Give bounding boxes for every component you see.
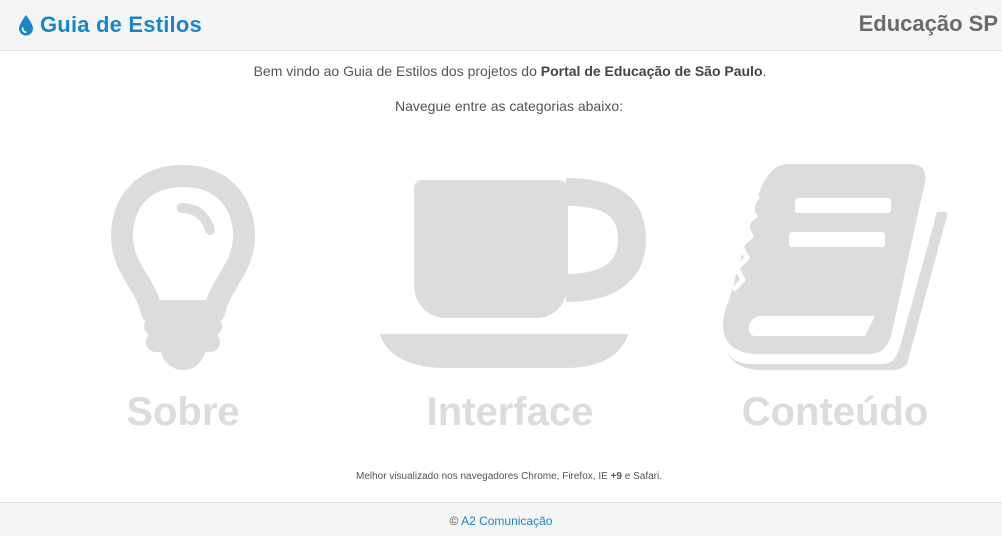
category-label: Interface	[426, 390, 594, 434]
footer: © A2 Comunicação	[0, 502, 1002, 536]
portal-name: Portal de Educação de São Paulo	[540, 63, 763, 79]
top-navbar: Guia de Estilos Educação SP	[0, 0, 1002, 51]
drop-icon	[19, 15, 33, 36]
site-name: Educação SP	[858, 11, 998, 36]
welcome-prefix: Bem vindo ao Guia de Estilos dos projeto…	[253, 63, 541, 79]
copyright-symbol: ©	[449, 514, 459, 528]
welcome-suffix: .	[762, 63, 767, 79]
browser-note-suffix: e Safari.	[621, 471, 662, 482]
category-sobre[interactable]: Sobre	[98, 150, 268, 434]
category-label: Sobre	[126, 390, 240, 434]
category-conteudo[interactable]: Conteúdo	[715, 150, 955, 434]
coffee-cup-icon	[380, 178, 647, 368]
company-link[interactable]: A2 Comunicação	[461, 514, 552, 528]
browser-support-note: Melhor visualizado nos navegadores Chrom…	[0, 471, 1002, 482]
book-icon	[723, 164, 947, 370]
category-label: Conteúdo	[741, 390, 929, 434]
brand-title: Guia de Estilos	[40, 12, 202, 37]
navigation-hint: Navegue entre as categorias abaixo:	[394, 98, 624, 114]
browser-note-prefix: Melhor visualizado nos navegadores Chrom…	[355, 471, 611, 482]
ie-version: +9	[610, 471, 622, 482]
category-interface[interactable]: Interface	[370, 150, 650, 434]
welcome-text: Bem vindo ao Guia de Estilos dos projeto…	[0, 63, 1002, 79]
lightbulb-icon	[111, 165, 255, 370]
brand-link[interactable]: Guia de Estilos	[18, 11, 202, 39]
